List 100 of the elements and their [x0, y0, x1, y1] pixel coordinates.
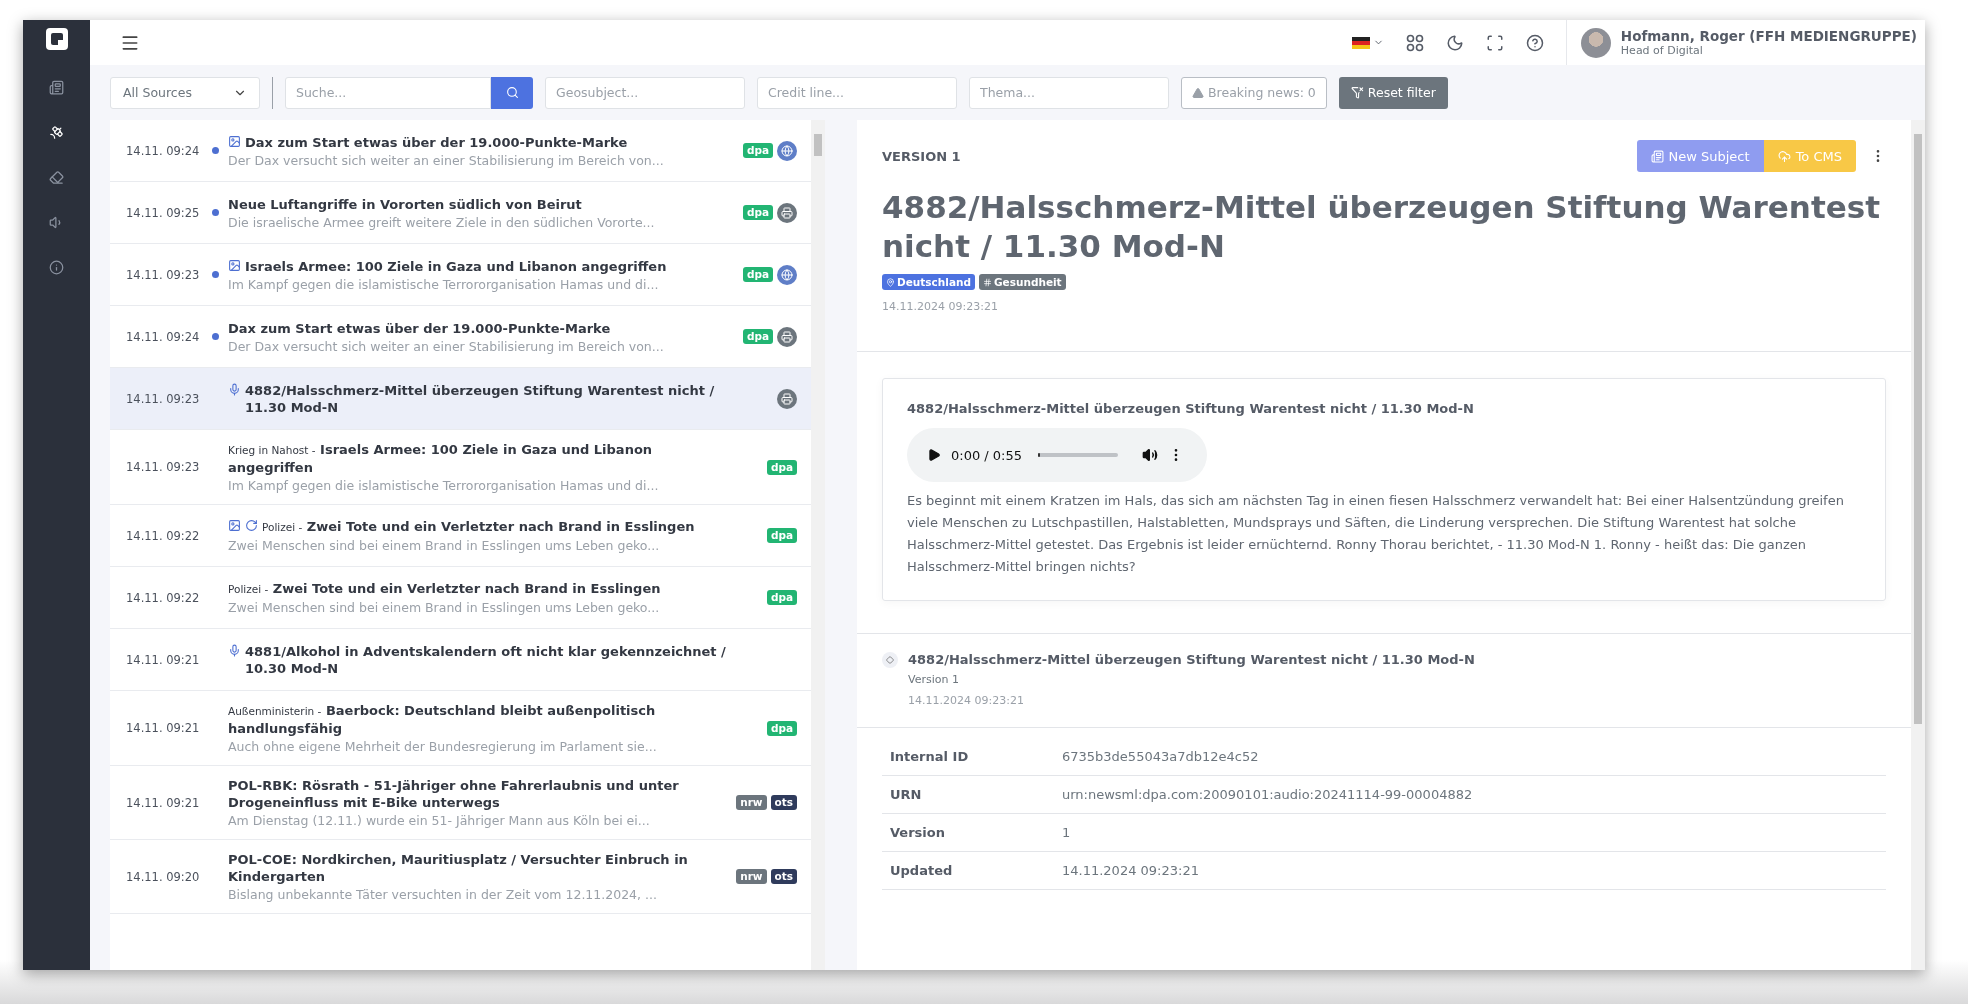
newspaper-icon[interactable]: [49, 80, 64, 95]
news-title: Dax zum Start etwas über der 19.000-Punkte-Marke: [228, 319, 611, 337]
source-badge: dpa: [742, 143, 773, 158]
app-logo-icon: [45, 28, 68, 50]
news-teaser: Im Kampf gegen die islamistische Terrororganisation Hamas und di...: [228, 276, 660, 292]
printer-icon: [777, 202, 797, 223]
news-teaser: Der Dax versucht sich weiter an einer Stabilisierung im Bereich von...: [228, 338, 665, 354]
property-value: 14.11.2024 09:23:21: [1062, 863, 1199, 878]
source-badge: dpa: [766, 528, 797, 543]
source-badge: nrw: [736, 795, 767, 810]
news-time: 14.11. 09:20: [126, 869, 201, 884]
eraser-icon[interactable]: [49, 170, 64, 185]
article-title: 4882/Halsschmerz-Mittel überzeugen Stiftung Warentest nicht / 11.30 Mod-N: [882, 188, 1881, 266]
microphone-icon: [228, 382, 241, 396]
filter-clear-icon: [1350, 86, 1364, 99]
reset-filter-button[interactable]: Reset filter: [1338, 76, 1448, 109]
news-teaser: Bislang unbekannte Täter versuchten in der Zeit vom 12.11.2024, ...: [228, 887, 658, 902]
microphone-icon: [228, 643, 241, 657]
volume-icon[interactable]: [1142, 447, 1159, 463]
news-title: Krieg in Nahost - Israels Armee: 100 Ziele in Gaza und Libanon angegriffen: [228, 441, 654, 476]
source-badge: ots: [770, 869, 797, 884]
cloud-upload-icon: [1777, 149, 1791, 163]
tag-chip[interactable]: Gesundheit: [978, 274, 1066, 290]
image-icon: [228, 258, 241, 272]
warning-icon: [1192, 86, 1204, 99]
source-badge: nrw: [736, 869, 767, 884]
geosubject-field[interactable]: Geosubject...: [545, 76, 745, 109]
history-version: Version 1: [908, 673, 960, 686]
user-name: Hofmann, Roger (FFH MEDIENGRUPPE): [1620, 28, 1917, 44]
news-time: 14.11. 09:21: [126, 652, 201, 667]
article-date: 14.11.2024 09:23:21: [882, 300, 999, 313]
news-teaser: Der Dax versucht sich weiter an einer Stabilisierung im Bereich von...: [228, 152, 665, 168]
news-time: 14.11. 09:21: [126, 795, 201, 810]
news-time: 14.11. 09:23: [126, 391, 201, 406]
news-time: 14.11. 09:22: [126, 590, 201, 605]
news-time: 14.11. 09:24: [126, 329, 201, 344]
news-teaser: Am Dienstag (12.11.) wurde ein 51- Jähriger Mann aus Köln bei ei...: [228, 813, 651, 828]
news-title: Außenministerin - Baerbock: Deutschland bleibt außenpolitisch handlungsfähig: [228, 702, 657, 737]
news-item[interactable]: 14.11. 09:23 4882/Halsschmerz-Mittel überzeugen Stiftung Warentest nicht / 11.30 Mod-N: [110, 368, 811, 430]
audio-title: 4882/Halsschmerz-Mittel überzeugen Stiftung Warentest nicht / 11.30 Mod-N: [907, 401, 1475, 416]
audio-player[interactable]: 0:00 / 0:55: [907, 428, 1207, 482]
pin-icon: [886, 277, 895, 287]
progress-track[interactable]: [1038, 453, 1119, 457]
scrollbar[interactable]: [811, 120, 825, 970]
property-label: URN: [890, 787, 923, 802]
apps-icon[interactable]: [1405, 33, 1424, 52]
thema-field[interactable]: Thema...: [969, 76, 1169, 109]
source-badge: dpa: [766, 720, 797, 736]
property-value: 6735b3de55043a7db12e4c52: [1062, 749, 1259, 764]
source-badge: dpa: [742, 267, 773, 282]
info-icon[interactable]: [49, 260, 64, 275]
newspaper-icon: [1650, 149, 1664, 163]
credit-line-field[interactable]: Credit line...: [757, 76, 957, 109]
fullscreen-icon[interactable]: [1485, 33, 1504, 52]
news-title: 4881/Alkohol in Adventskalendern oft nicht klar gekennzeichnet / 10.30 Mod-N: [245, 642, 727, 677]
news-title: Polizei - Zwei Tote und ein Verletzter nach Brand in Esslingen: [228, 580, 661, 598]
news-teaser: Auch ohne eigene Mehrheit der Bundesregierung im Parlament sie...: [228, 739, 658, 754]
play-icon[interactable]: [927, 448, 941, 462]
news-title: Dax zum Start etwas über der 19.000-Punkte-Marke: [245, 133, 628, 151]
tag-chip[interactable]: Deutschland: [882, 274, 975, 290]
property-label: Internal ID: [890, 749, 970, 764]
source-badge: dpa: [766, 590, 797, 605]
flag-icon[interactable]: [1351, 36, 1370, 49]
image-icon: [228, 134, 241, 148]
news-title: Neue Luftangriffe in Vororten südlich von Beirut: [228, 195, 582, 213]
news-title: POL-COE: Nordkirchen, Mauritiusplatz / Versuchter Einbruch in Kindergarten: [228, 851, 689, 885]
news-title: 4882/Halsschmerz-Mittel überzeugen Stiftung Warentest nicht / 11.30 Mod-N: [245, 381, 716, 416]
source-badge: ots: [770, 795, 797, 810]
globe-icon: [777, 140, 797, 161]
moon-icon[interactable]: [1445, 33, 1464, 52]
satellite-icon[interactable]: [49, 125, 64, 140]
property-label: Version: [890, 825, 946, 840]
news-teaser: Zwei Menschen sind bei einem Brand in Esslingen ums Leben geko...: [228, 538, 661, 553]
search-field[interactable]: Suche...: [285, 76, 491, 109]
news-teaser: Die israelische Armee greift weitere Ziele in den südlichen Vororte...: [228, 214, 656, 230]
news-title: POL-RBK: Rösrath - 51-Jähriger ohne Fahrerlaubnis und unter Drogeneinfluss mit E-Bike unterwegs: [228, 777, 680, 811]
image-icon: [228, 519, 241, 532]
audio-time: 0:00 / 0:55: [951, 447, 1023, 463]
help-icon[interactable]: [1525, 33, 1544, 52]
news-title: Polizei - Zwei Tote und ein Verletzter nach Brand in Esslingen: [262, 518, 695, 536]
property-value: 1: [1062, 825, 1071, 840]
user-role: Head of Digital: [1620, 44, 1704, 57]
news-title: Israels Armee: 100 Ziele in Gaza und Libanon angegriffen: [245, 257, 667, 275]
refresh-icon: [245, 519, 258, 532]
search-button[interactable]: [491, 76, 533, 109]
property-value: urn:newsml:dpa.com:20090101:audio:20241114-99-00004882: [1062, 787, 1473, 802]
news-time: 14.11. 09:23: [126, 267, 201, 282]
user-avatar[interactable]: [1580, 27, 1611, 58]
news-teaser: Im Kampf gegen die islamistische Terrororganisation Hamas und di...: [228, 478, 660, 493]
scrollbar[interactable]: [1911, 120, 1925, 970]
source-badge: dpa: [742, 329, 773, 344]
audio-description: Es beginnt mit einem Kratzen im Hals, das sich am nächsten Tag in einen fiesen Halsschmerz verwandelt hat: Bei einer Halsentzündung greifen viele Menschen zu Lutschpastillen, Halstabletten, Mundsprays und Säften, die Linderung versprechen. Die Stiftung Warentest hat solche Halsschmerz-Mittel getestet. Das Ergebnis ist leider ernüchternd. Ronny Thorau berichtet, - 11.30 Mod-N 1. Ronny - heißt das: Die ganzen Halsschmerz-Mittel bringen nichts?: [907, 492, 1845, 576]
news-time: 14.11. 09:23: [126, 460, 201, 474]
history-title: 4882/Halsschmerz-Mittel überzeugen Stiftung Warentest nicht / 11.30 Mod-N: [908, 652, 1475, 667]
printer-icon: [777, 326, 797, 347]
source-select[interactable]: All Sources: [110, 76, 260, 109]
news-teaser: Zwei Menschen sind bei einem Brand in Esslingen ums Leben geko...: [228, 600, 661, 615]
news-time: 14.11. 09:21: [126, 721, 201, 735]
news-time: 14.11. 09:24: [126, 143, 201, 158]
news-time: 14.11. 09:25: [126, 205, 201, 220]
